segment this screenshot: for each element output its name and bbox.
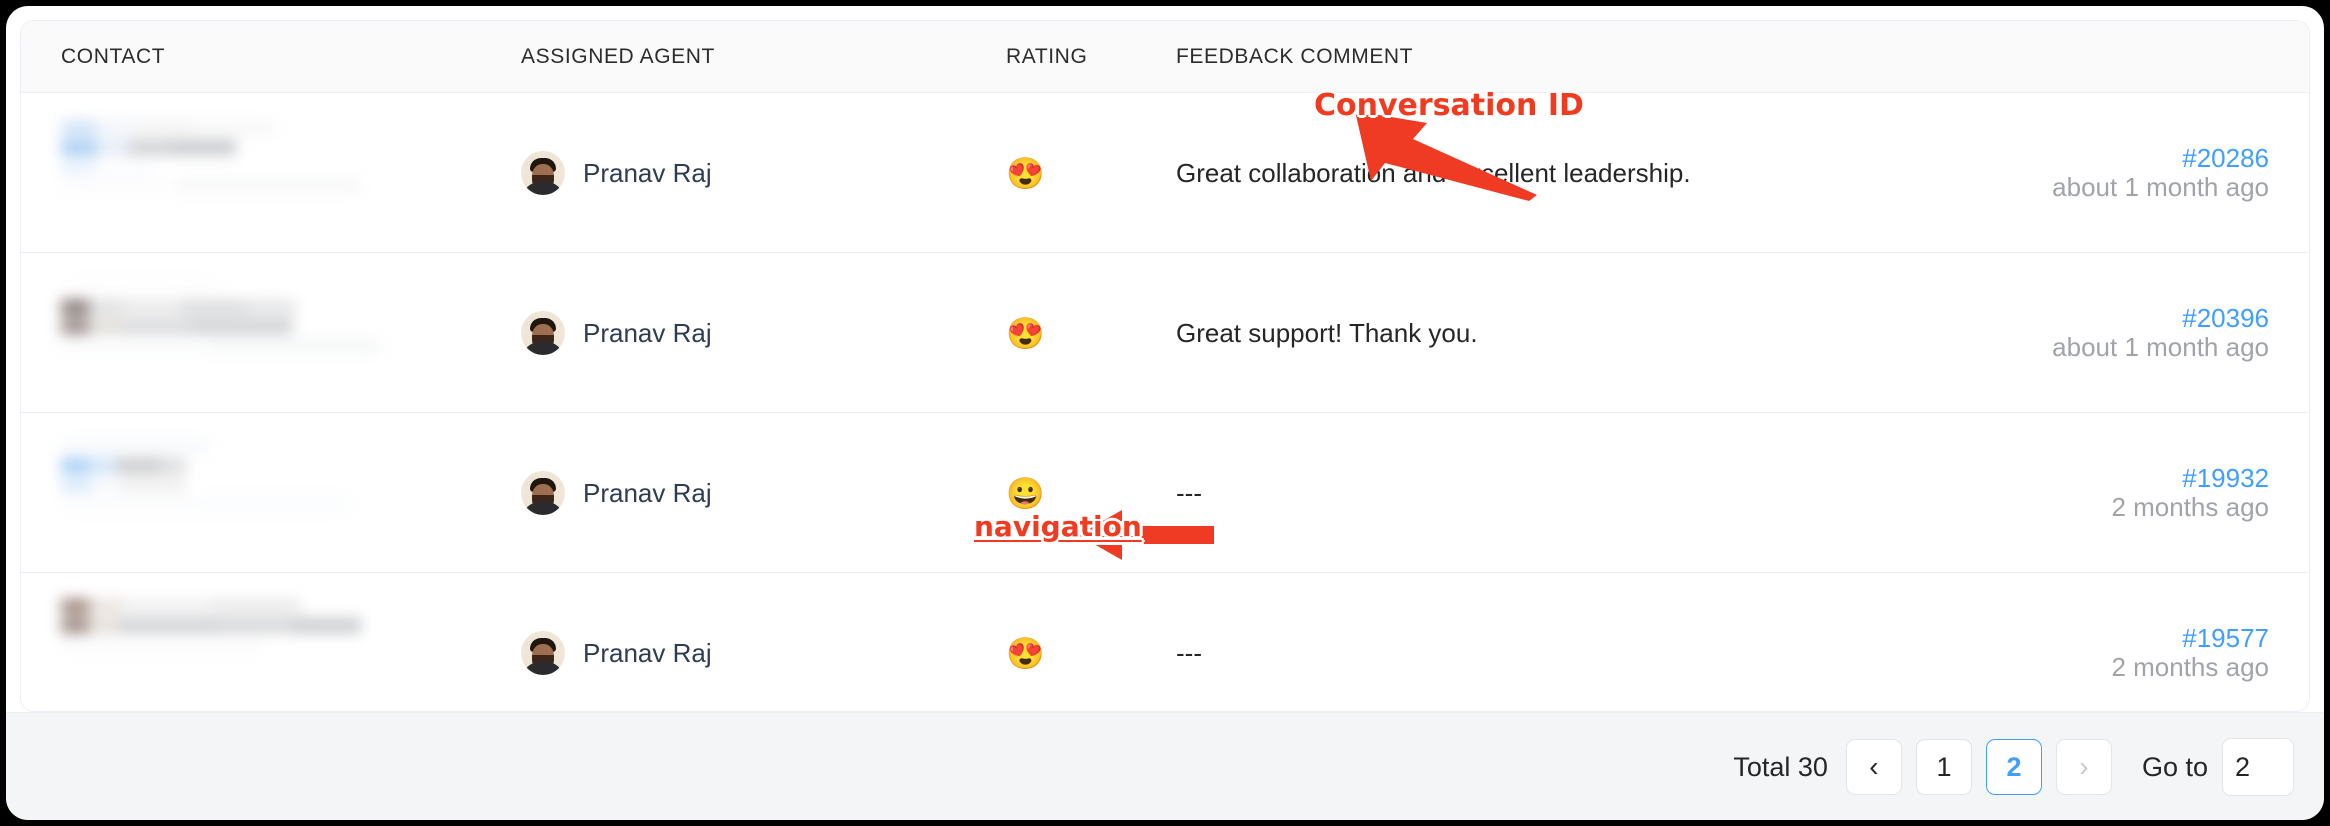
table-row[interactable]: Pranav Raj 😍 Great support! Thank you. #… [21, 253, 2309, 413]
go-to-page-input[interactable] [2222, 738, 2294, 796]
column-header-assigned-agent: ASSIGNED AGENT [521, 45, 715, 68]
conversation-timestamp: 2 months ago [2111, 492, 2269, 522]
agent-cell: Pranav Raj [521, 413, 981, 573]
pagination: Total 30 ‹ 1 2 › Go to [1733, 713, 2294, 820]
annotation-label-conversation-id: Conversation ID [1314, 88, 1584, 123]
avatar [521, 631, 565, 675]
agent-name: Pranav Raj [583, 477, 712, 508]
conversation-id-cell: #20396 about 1 month ago [2039, 253, 2269, 413]
smiling-face-with-heart-eyes-icon: 😍 [1006, 155, 1045, 191]
conversation-id-cell: #20286 about 1 month ago [2039, 93, 2269, 253]
go-to-label: Go to [2141, 751, 2208, 782]
agent-name: Pranav Raj [583, 317, 712, 348]
rating-cell: 😍 [1006, 93, 1156, 253]
smiling-face-with-heart-eyes-icon: 😍 [1006, 635, 1045, 671]
feedback-comment-cell: --- [1176, 637, 1202, 668]
conversation-id-link[interactable]: #20396 [2182, 303, 2269, 333]
avatar [521, 151, 565, 195]
rating-cell: 😍 [1006, 573, 1156, 711]
app-window: CONTACT ASSIGNED AGENT RATING FEEDBACK C… [6, 6, 2324, 820]
agent-name: Pranav Raj [583, 157, 712, 188]
avatar [521, 471, 565, 515]
conversation-timestamp: about 1 month ago [2052, 332, 2269, 362]
annotation-label-navigation: navigation [974, 510, 1142, 543]
feedback-table-card: CONTACT ASSIGNED AGENT RATING FEEDBACK C… [20, 20, 2310, 712]
conversation-id-cell: #19577 2 months ago [2039, 573, 2269, 711]
conversation-id-link[interactable]: #19932 [2182, 463, 2269, 493]
table-header-row: CONTACT ASSIGNED AGENT RATING FEEDBACK C… [21, 21, 2309, 93]
page-button-2[interactable]: 2 [1985, 739, 2042, 795]
contact-cell-redacted [61, 93, 491, 253]
agent-cell: Pranav Raj [521, 573, 981, 711]
total-count-label: Total 30 [1733, 751, 1828, 782]
conversation-id-link[interactable]: #20286 [2182, 143, 2269, 173]
conversation-id-cell: #19932 2 months ago [2039, 413, 2269, 573]
redacted-contact-block [61, 281, 461, 357]
redacted-contact-block [61, 439, 461, 515]
column-header-contact: CONTACT [61, 45, 166, 68]
agent-cell: Pranav Raj [521, 253, 981, 413]
next-page-button[interactable]: › [2055, 739, 2112, 795]
avatar [521, 311, 565, 355]
contact-cell-redacted [61, 413, 491, 573]
table-footer: Total 30 ‹ 1 2 › Go to [6, 712, 2324, 820]
feedback-comment-cell: --- [1176, 477, 1202, 508]
table-row[interactable]: Pranav Raj 😍 --- #19577 2 months ago [21, 573, 2309, 711]
contact-cell-redacted [61, 253, 491, 413]
page-button-1[interactable]: 1 [1915, 739, 1972, 795]
chevron-left-icon: ‹ [1869, 751, 1879, 782]
feedback-comment-cell: Great support! Thank you. [1176, 317, 1478, 348]
rating-cell: 😍 [1006, 253, 1156, 413]
contact-cell-redacted [61, 573, 491, 711]
previous-page-button[interactable]: ‹ [1845, 739, 1902, 795]
agent-cell: Pranav Raj [521, 93, 981, 253]
column-header-rating: RATING [1006, 45, 1088, 68]
smiling-face-with-heart-eyes-icon: 😍 [1006, 315, 1045, 351]
column-header-feedback-comment: FEEDBACK COMMENT [1176, 45, 1414, 68]
redacted-contact-block [61, 599, 461, 656]
grinning-face-icon: 😀 [1006, 475, 1045, 511]
conversation-timestamp: about 1 month ago [2052, 172, 2269, 202]
chevron-right-icon: › [2079, 751, 2089, 782]
table-body: Pranav Raj 😍 Great collaboration and exc… [21, 93, 2309, 711]
redacted-contact-block [61, 121, 461, 197]
conversation-timestamp: 2 months ago [2111, 652, 2269, 682]
agent-name: Pranav Raj [583, 637, 712, 668]
conversation-id-link[interactable]: #19577 [2182, 623, 2269, 653]
table-row[interactable]: Pranav Raj 😍 Great collaboration and exc… [21, 93, 2309, 253]
